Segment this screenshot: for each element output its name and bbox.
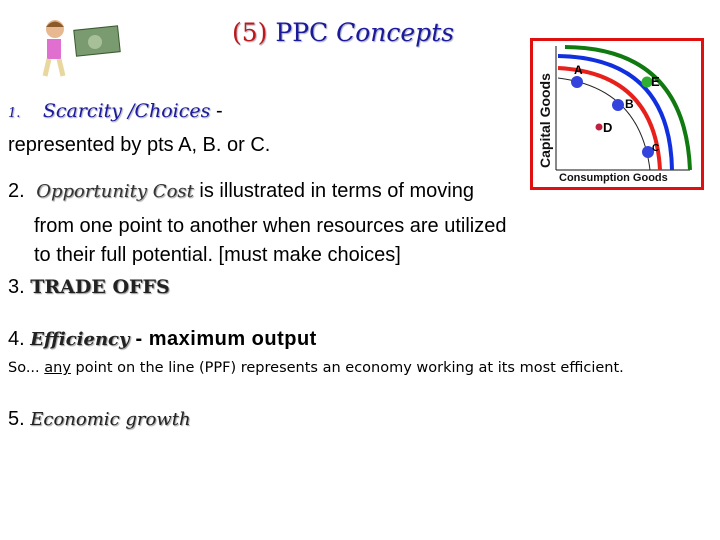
efficiency-note: So... any point on the line (PPF) repres… bbox=[8, 360, 624, 376]
item-2-line3: to their full potential. [must make choi… bbox=[34, 244, 401, 266]
item-2: 2. Opportunity Cost is illustrated in te… bbox=[8, 180, 474, 202]
svg-text:E: E bbox=[651, 74, 660, 89]
point-a bbox=[571, 76, 583, 88]
x-axis-label: Consumption Goods bbox=[559, 172, 668, 184]
point-b bbox=[612, 99, 624, 111]
svg-text:A: A bbox=[574, 63, 583, 77]
item-1: 1. Scarcity /Choices - bbox=[8, 100, 223, 122]
item-5: 5. Economic growth bbox=[8, 408, 191, 430]
page-title: (5) PPC Concepts bbox=[232, 18, 455, 47]
svg-text:B: B bbox=[625, 97, 634, 111]
ppc-diagram: Capital Goods Consumption Goods A B C D … bbox=[530, 38, 704, 195]
item-3: 3. TRADE OFFS bbox=[8, 276, 170, 298]
item-2-line2: from one point to another when resources… bbox=[34, 215, 507, 237]
point-d bbox=[595, 123, 603, 131]
item-1-desc: represented by pts A, B. or C. bbox=[8, 134, 271, 156]
svg-text:C: C bbox=[652, 143, 659, 154]
clipart-girl-with-money bbox=[35, 14, 125, 89]
item-4: 4. Efficiency - maximum output bbox=[8, 328, 317, 350]
svg-text:D: D bbox=[603, 120, 612, 135]
y-axis-label: Capital Goods bbox=[537, 73, 553, 168]
